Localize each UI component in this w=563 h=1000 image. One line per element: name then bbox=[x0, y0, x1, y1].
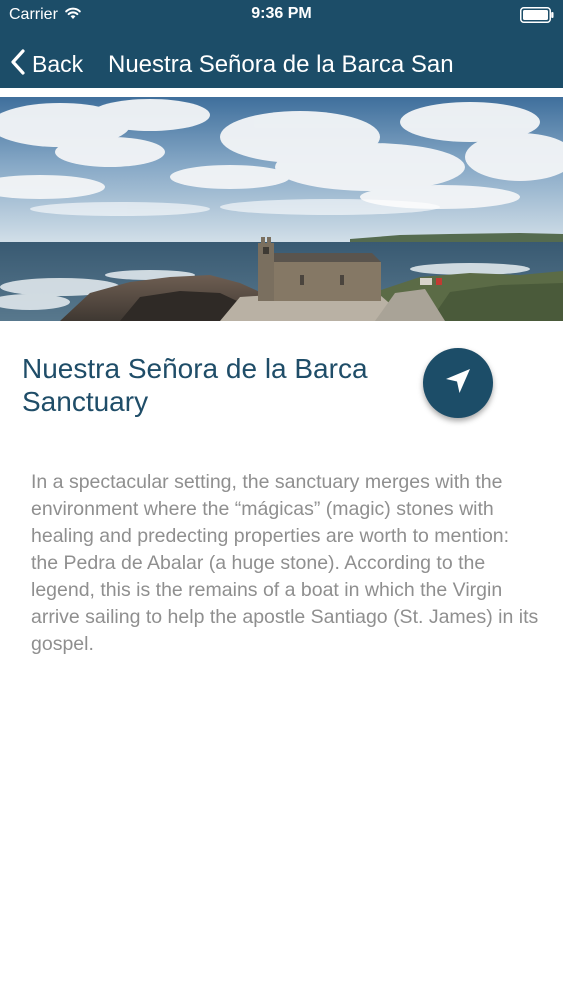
directions-button[interactable] bbox=[423, 348, 493, 418]
hero-image bbox=[0, 97, 563, 321]
place-title: Nuestra Señora de la Barca Sanctuary bbox=[22, 353, 368, 417]
screen: Carrier 9:36 PM Back Nuestra Señora de l… bbox=[0, 0, 563, 1000]
place-description: In a spectacular setting, the sanctuary … bbox=[31, 471, 539, 655]
back-label: Back bbox=[32, 50, 84, 77]
navigation-bar: Back Nuestra Señora de la Barca San bbox=[0, 40, 563, 88]
battery-icon bbox=[520, 7, 554, 23]
back-button[interactable]: Back bbox=[10, 48, 83, 80]
location-arrow-icon bbox=[443, 366, 473, 401]
chevron-left-icon bbox=[10, 48, 26, 81]
nav-title: Nuestra Señora de la Barca San bbox=[108, 51, 454, 78]
status-bar: Carrier 9:36 PM bbox=[0, 0, 563, 30]
top-bar: Carrier 9:36 PM Back Nuestra Señora de l… bbox=[0, 0, 563, 88]
status-time: 9:36 PM bbox=[251, 5, 312, 22]
